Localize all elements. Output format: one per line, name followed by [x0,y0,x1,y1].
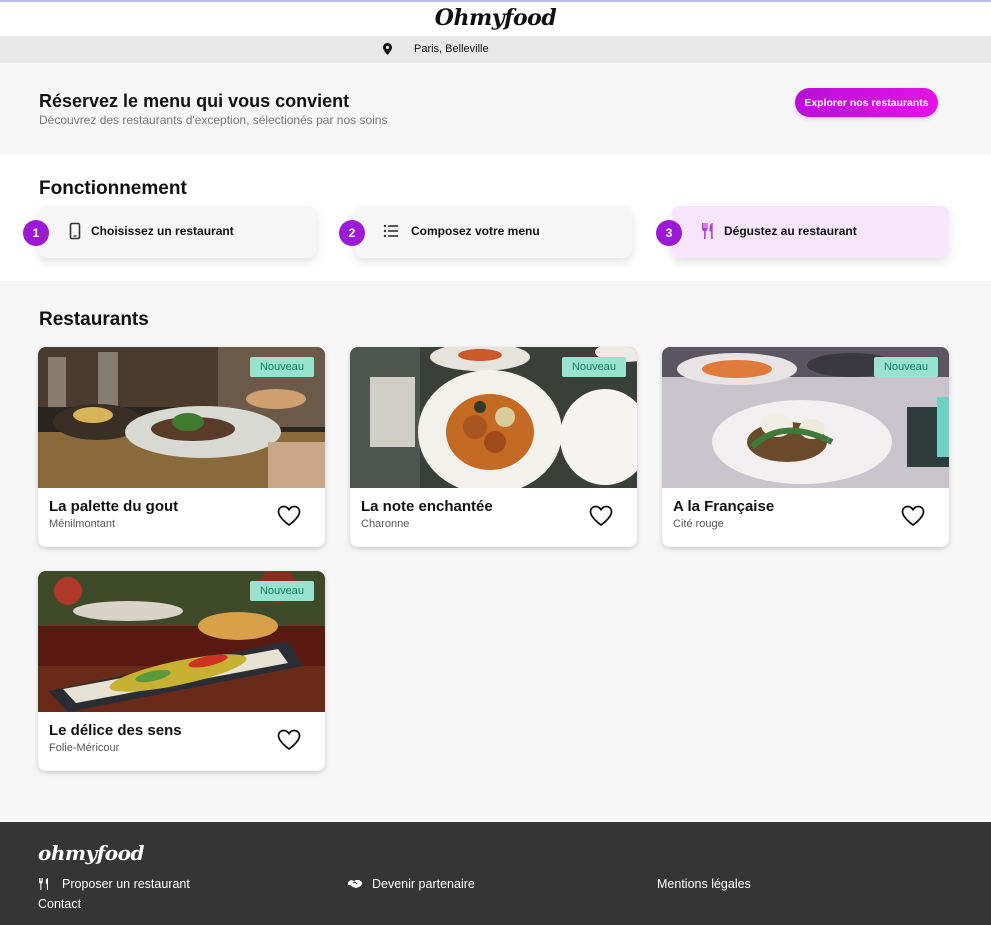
restaurant-location: Ménilmontant [49,518,116,530]
logo[interactable]: Ohmyfood [0,5,991,31]
footer-link-label: Proposer un restaurant [62,877,190,891]
map-pin-icon [383,43,392,55]
footer-link-legal[interactable]: Mentions légales [657,877,751,891]
footer-link-label: Contact [38,897,82,911]
new-badge: Nouveau [249,581,314,601]
restaurant-name: La palette du gout [49,498,179,515]
footer-link-contact[interactable]: Contact [38,897,81,911]
location-text[interactable]: Paris, Belleville [414,43,489,55]
restaurant-card[interactable]: Nouveau La palette du gout Ménilmontant [38,347,325,547]
restaurant-card[interactable]: Nouveau La note enchantée Charonne [350,347,637,547]
utensils-icon [702,223,713,239]
step-number: 2 [339,220,365,246]
footer-link-label: Mentions légales [657,877,751,891]
restaurant-name: La note enchantée [361,498,493,515]
heart-icon[interactable] [589,505,613,527]
utensils-icon [39,878,48,890]
step-label: Choisissez un restaurant [91,224,234,238]
hero-title: Réservez le menu qui vous convient [39,91,350,111]
new-badge: Nouveau [249,357,314,377]
restaurant-location: Folie-Méricour [49,742,120,754]
restaurant-name: Le délice des sens [49,722,182,739]
how-it-works-section: Fonctionnement 1 Choisissez un restauran… [0,154,991,281]
list-icon [383,224,398,238]
footer-link-become-partner[interactable]: Devenir partenaire [348,877,475,891]
hero-section: Réservez le menu qui vous convient Décou… [0,63,991,154]
footer: ohmyfood Proposer un restaurant Devenir … [0,822,991,925]
restaurant-name: A la Française [673,498,775,515]
restaurant-card[interactable]: Nouveau Le délice des sens Folie-Méricou… [38,571,325,771]
footer-link-label: Devenir partenaire [372,877,475,891]
heart-icon[interactable] [277,729,301,751]
heart-icon[interactable] [277,505,301,527]
phone-icon [69,222,81,240]
restaurant-card[interactable]: Nouveau A la Française Cité rouge [662,347,949,547]
handshake-icon [348,880,362,888]
heart-icon[interactable] [901,505,925,527]
step-number: 1 [23,220,49,246]
location-bar: Paris, Belleville [0,37,991,63]
step-2: 2 Composez votre menu [339,206,632,258]
step-number: 3 [656,220,682,246]
restaurant-location: Cité rouge [673,518,724,530]
header: Ohmyfood [0,2,991,37]
step-label: Composez votre menu [411,224,540,238]
step-1: 1 Choisissez un restaurant [23,206,316,258]
how-title: Fonctionnement [39,178,187,199]
new-badge: Nouveau [873,357,938,377]
hero-subtitle: Découvrez des restaurants d'exception, s… [39,113,388,127]
restaurants-title: Restaurants [39,309,149,330]
step-label: Dégustez au restaurant [724,224,857,238]
explore-restaurants-button[interactable]: Explorer nos restaurants [795,88,938,117]
restaurant-location: Charonne [361,518,410,530]
footer-link-propose-restaurant[interactable]: Proposer un restaurant [38,877,190,891]
step-3: 3 Dégustez au restaurant [656,206,949,258]
footer-logo: ohmyfood [38,841,144,865]
new-badge: Nouveau [561,357,626,377]
